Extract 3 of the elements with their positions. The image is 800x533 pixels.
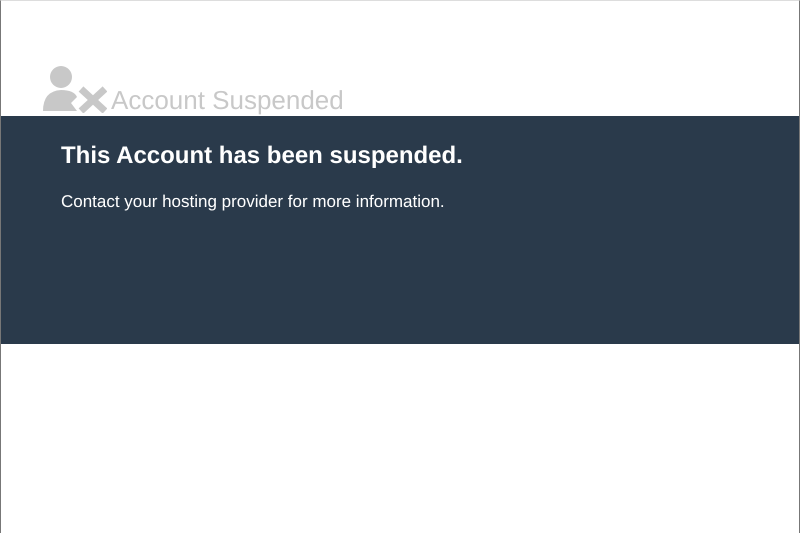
- user-blocked-icon: [41, 65, 107, 113]
- banner-message: Contact your hosting provider for more information.: [61, 192, 446, 212]
- banner-heading: This Account has been suspended.: [61, 142, 463, 170]
